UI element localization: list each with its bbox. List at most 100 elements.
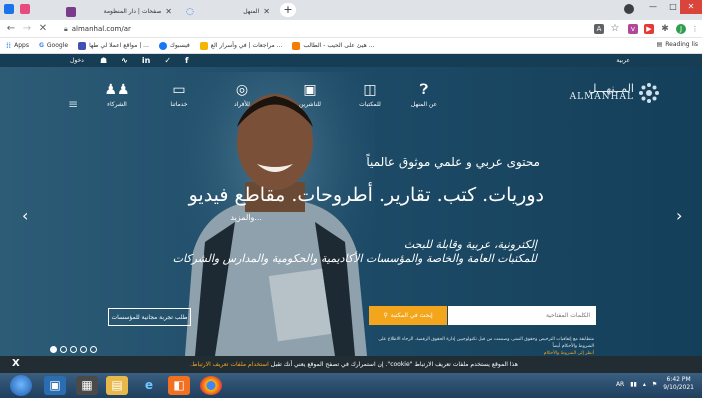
site-top-strip: دخول ☗ ∿ in ✓ f عربية [0,54,702,67]
lock-icon: 🔒︎ [64,24,68,33]
cookie-message: هذا الموقع يستخدم ملفات تعريف الارتباط "… [190,361,518,368]
search-icon: ⚲ [383,312,388,319]
bookmarks-bar: ⁞⁞ Apps G Google مواقع اعملا لي طها | ..… [0,38,702,54]
nav-individuals[interactable]: ◎ للأفراد [210,82,274,108]
close-tab-icon[interactable]: ✕ [165,7,172,16]
search-input[interactable] [448,306,596,325]
person-icon: ◎ [235,82,249,98]
facebook-icon [158,41,167,50]
system-tray: AR ▮▮ ▴ ⚑ 6:42 PM 9/10/2021 [616,376,694,392]
tab-inactive[interactable]: صفحات | دار المنظومة ✕ [60,3,178,20]
extension-icon[interactable] [20,4,30,14]
logo-emblem-icon [639,83,659,103]
cookie-policy-link[interactable]: استخدام ملفات تعريف الارتباط. [190,361,269,368]
bookmark-item[interactable]: مواقع اعملا لي طها | ... [78,41,149,50]
carousel-dots [50,346,97,353]
bookmark-google[interactable]: G Google [39,42,68,49]
reading-list-icon: ▤ [656,41,663,48]
profile-avatar-icon[interactable]: J [676,24,686,34]
profile-icon[interactable] [624,4,634,14]
disclaimer-text: متطابقة مع إتفاقيات الترخيص وحقوق النشر،… [378,337,594,356]
search-library-button[interactable]: ⚲ إبحث في المكتبة [369,306,447,325]
bookmark-icon [78,41,87,50]
window-close-button[interactable]: ✕ [680,0,702,14]
close-tab-icon[interactable]: ✕ [263,7,270,16]
hero-title: دوريات. كتب. تقارير. أطروحات. مقاطع فيدي… [188,184,544,206]
bookmark-apps[interactable]: ⁞⁞ Apps [6,41,29,50]
monitor-icon: ▭ [172,82,186,98]
nav-partners[interactable]: ♟♟ الشركاء [85,82,149,108]
url-text: almanhal.com/ar [71,25,131,33]
translate-icon[interactable]: A [594,24,604,34]
extension-icon[interactable]: v [628,24,638,34]
almanhal-logo[interactable]: المــنهـــل ALMANHAL [570,82,660,104]
login-link[interactable]: دخول [70,57,84,64]
calculator-icon[interactable]: ▦ [76,376,98,395]
site-favicon-icon [66,6,76,17]
bookmark-item[interactable]: هيئ على الحيب - الطالب ... [292,41,374,50]
office-icon[interactable]: ◧ [168,376,190,395]
more-menu-icon[interactable]: ⋮ [690,24,700,34]
loading-icon: ◌ [186,6,194,17]
hamburger-menu-icon[interactable]: ≡ [68,97,78,111]
facebook-icon[interactable]: f [185,56,188,65]
start-button-icon[interactable] [10,375,32,396]
twitter-icon[interactable]: ✓ [164,56,171,65]
social-links: ☗ ∿ in ✓ f [100,56,189,65]
question-icon: ❓︎ [419,82,429,98]
bookmark-icon [199,41,208,50]
bookmark-icon [292,41,301,50]
android-icon[interactable]: ☗ [100,56,107,65]
nav-publishers[interactable]: ▣ للناشرين [278,82,342,108]
browser-toolbar: ← → ✕ 🔒︎ almanhal.com/ar A ☆ v ▶ ✱ J ⋮ [0,20,702,38]
partners-icon: ♟♟ [104,82,130,98]
hero-description: إلكترونية، عربية وقابلة للبحث للمكتبات ا… [172,238,537,265]
reading-list[interactable]: ▤ Reading lis [657,41,698,48]
internet-explorer-icon[interactable]: e [138,376,160,395]
hero-person-image [175,72,375,356]
show-hidden-icons[interactable]: ▴ [643,381,646,388]
chrome-icon[interactable] [200,376,222,395]
stop-button[interactable]: ✕ [36,22,50,36]
carousel-dot[interactable] [70,346,77,353]
language-switch[interactable]: عربية [616,57,630,64]
carousel-dot[interactable] [60,346,67,353]
extension-icon[interactable]: ▶ [644,24,654,34]
tab-active[interactable]: ◌ المنهل ✕ [180,3,276,20]
nav-about[interactable]: ❓︎ عن المنهل [392,82,456,108]
media-player-icon[interactable]: ▣ [44,376,66,395]
google-icon: G [38,42,44,49]
file-explorer-icon[interactable]: ▤ [106,376,128,395]
linkedin-icon[interactable]: in [142,56,150,65]
rss-icon[interactable]: ∿ [121,56,128,65]
puzzle-icon[interactable]: ✱ [660,24,670,34]
nav-services[interactable]: ▭ خدماتنا [147,82,211,108]
forward-button[interactable]: → [20,22,34,36]
cookie-close-button[interactable]: X [12,358,20,369]
logo-text: المــنهـــل ALMANHAL [569,82,634,102]
free-trial-button[interactable]: طلب تجربة مجانية للمؤسسات [108,308,191,326]
cookie-banner: X هذا الموقع يستخدم ملفات تعريف الارتباط… [0,356,702,373]
address-bar[interactable]: 🔒︎ almanhal.com/ar [60,22,588,36]
windows-taskbar: ▣ ▦ ▤ e ◧ AR ▮▮ ▴ ⚑ 6:42 PM 9/10/2021 [0,373,702,398]
flag-icon[interactable]: ⚑ [652,381,657,388]
back-button[interactable]: ← [4,22,18,36]
carousel-next-icon[interactable]: › [676,206,682,225]
network-icon[interactable]: ▮▮ [630,381,637,388]
site-hero: دخول ☗ ∿ in ✓ f عربية ≡ ♟♟ الشركاء ▭ خدم… [0,54,702,356]
carousel-dot[interactable] [80,346,87,353]
carousel-dot[interactable] [50,346,57,353]
keyboard-language[interactable]: AR [616,381,624,388]
publisher-icon: ▣ [303,82,317,98]
bookmark-facebook[interactable]: فيسبوك [158,41,190,50]
tab-title: المنهل [243,8,260,15]
carousel-prev-icon[interactable]: ‹ [22,206,28,225]
browser-menu-icon[interactable] [4,4,14,14]
new-tab-button[interactable]: + [280,3,296,17]
apps-grid-icon: ⁞⁞ [6,41,12,50]
browser-tab-bar: صفحات | دار المنظومة ✕ ◌ المنهل ✕ + — □ … [0,0,702,20]
star-icon[interactable]: ☆ [610,24,620,34]
clock[interactable]: 6:42 PM 9/10/2021 [663,376,694,392]
carousel-dot[interactable] [90,346,97,353]
bookmark-item[interactable]: مراجعات | في وأسرار الع ... [199,41,282,50]
